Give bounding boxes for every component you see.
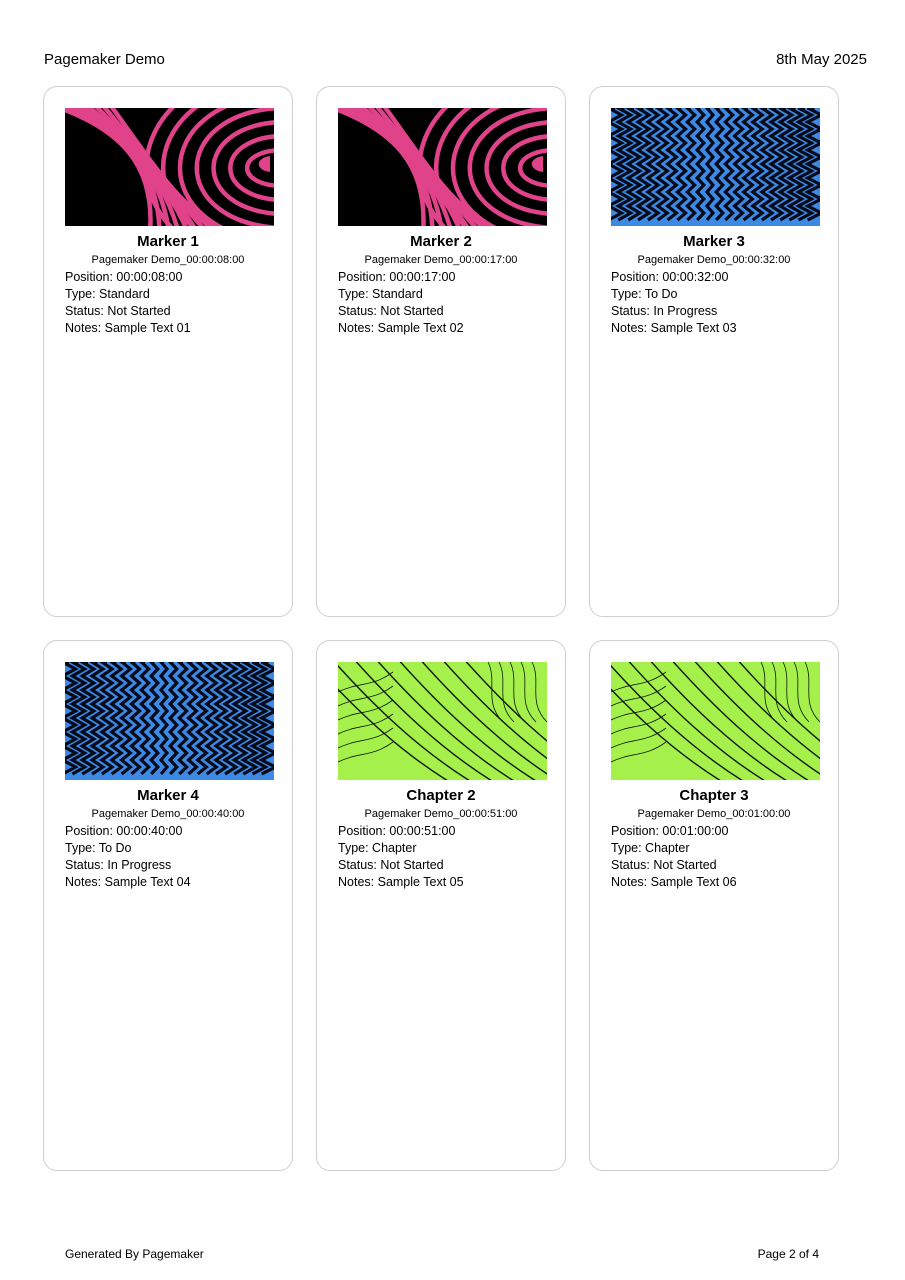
card-title: Chapter 3 xyxy=(679,787,749,804)
card-type: Type: To Do xyxy=(65,841,132,855)
card-status: Status: Not Started xyxy=(611,858,717,872)
card-position: Position: 00:00:32:00 xyxy=(611,270,729,284)
page-header-date: 8th May 2025 xyxy=(776,51,867,68)
card-notes: Notes: Sample Text 06 xyxy=(611,875,737,889)
card-subtitle: Pagemaker Demo_00:00:17:00 xyxy=(364,254,518,266)
card-title: Marker 4 xyxy=(137,787,199,804)
marker-card: Marker 1 Pagemaker Demo_00:00:08:00 Posi… xyxy=(43,86,293,617)
marker-thumbnail xyxy=(65,108,274,226)
card-position: Position: 00:00:17:00 xyxy=(338,270,456,284)
footer-generated: Generated By Pagemaker xyxy=(65,1247,204,1261)
card-type: Type: Standard xyxy=(65,287,150,301)
card-status: Status: Not Started xyxy=(338,858,444,872)
card-notes: Notes: Sample Text 02 xyxy=(338,321,464,335)
card-position: Position: 00:00:40:00 xyxy=(65,824,183,838)
card-position: Position: 00:00:08:00 xyxy=(65,270,183,284)
card-notes: Notes: Sample Text 03 xyxy=(611,321,737,335)
card-title: Marker 2 xyxy=(410,233,472,250)
marker-thumbnail xyxy=(338,662,547,780)
card-type: Type: Standard xyxy=(338,287,423,301)
marker-card: Marker 3 Pagemaker Demo_00:00:32:00 Posi… xyxy=(589,86,839,617)
card-position: Position: 00:01:00:00 xyxy=(611,824,729,838)
marker-thumbnail xyxy=(338,108,547,226)
card-subtitle: Pagemaker Demo_00:01:00:00 xyxy=(637,808,791,820)
card-status: Status: In Progress xyxy=(65,858,172,872)
card-type: Type: To Do xyxy=(611,287,678,301)
card-type: Type: Chapter xyxy=(338,841,417,855)
card-status: Status: Not Started xyxy=(338,304,444,318)
card-title: Chapter 2 xyxy=(406,787,476,804)
card-subtitle: Pagemaker Demo_00:00:40:00 xyxy=(91,808,245,820)
marker-card: Marker 4 Pagemaker Demo_00:00:40:00 Posi… xyxy=(43,640,293,1171)
marker-thumbnail xyxy=(611,662,820,780)
page-header-title: Pagemaker Demo xyxy=(44,51,165,68)
card-notes: Notes: Sample Text 01 xyxy=(65,321,191,335)
marker-card: Chapter 3 Pagemaker Demo_00:01:00:00 Pos… xyxy=(589,640,839,1171)
footer-page-number: Page 2 of 4 xyxy=(757,1247,819,1261)
card-subtitle: Pagemaker Demo_00:00:32:00 xyxy=(637,254,791,266)
card-subtitle: Pagemaker Demo_00:00:08:00 xyxy=(91,254,245,266)
card-subtitle: Pagemaker Demo_00:00:51:00 xyxy=(364,808,518,820)
marker-card: Marker 2 Pagemaker Demo_00:00:17:00 Posi… xyxy=(316,86,566,617)
marker-thumbnail xyxy=(65,662,274,780)
card-position: Position: 00:00:51:00 xyxy=(338,824,456,838)
card-type: Type: Chapter xyxy=(611,841,690,855)
marker-thumbnail xyxy=(611,108,820,226)
card-notes: Notes: Sample Text 05 xyxy=(338,875,464,889)
card-title: Marker 1 xyxy=(137,233,199,250)
card-status: Status: In Progress xyxy=(611,304,718,318)
card-status: Status: Not Started xyxy=(65,304,171,318)
card-title: Marker 3 xyxy=(683,233,745,250)
card-notes: Notes: Sample Text 04 xyxy=(65,875,191,889)
marker-card: Chapter 2 Pagemaker Demo_00:00:51:00 Pos… xyxy=(316,640,566,1171)
